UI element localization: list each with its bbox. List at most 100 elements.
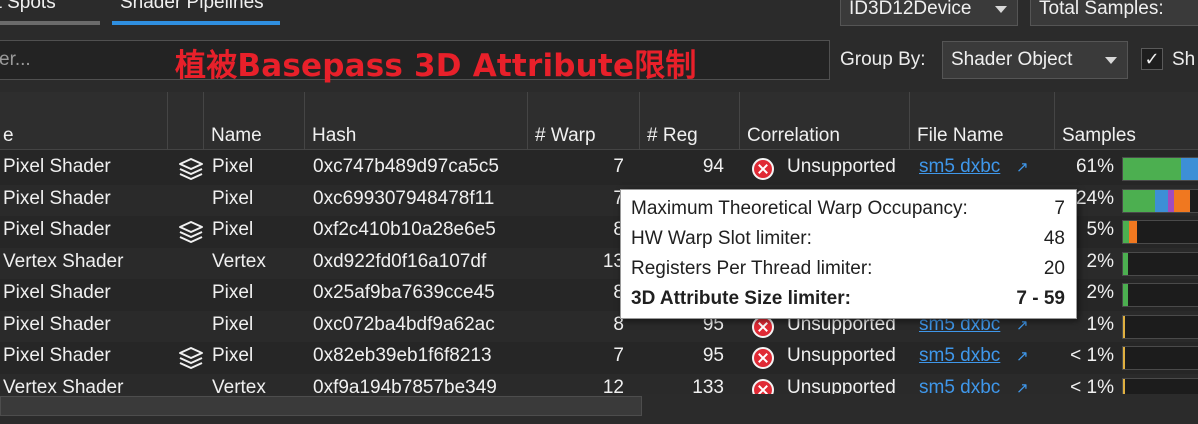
layers-icon xyxy=(178,346,204,376)
table-header: e Name Hash # Warp # Reg Correlation Fil… xyxy=(0,92,1198,150)
samples-bar xyxy=(1122,157,1198,181)
chevron-down-icon xyxy=(995,6,1007,13)
shader-hash: 0x25af9ba7639cce45 xyxy=(313,282,495,303)
external-link-icon[interactable]: ↗ xyxy=(1016,347,1029,365)
shader-hash: 0x82eb39eb1f6f8213 xyxy=(313,345,492,366)
samples-bar xyxy=(1122,377,1198,394)
horizontal-scrollbar[interactable] xyxy=(0,394,1198,424)
column-header-file-name[interactable]: File Name xyxy=(910,92,1055,150)
group-by-value: Shader Object xyxy=(951,49,1073,70)
shader-name: Pixel xyxy=(212,313,254,335)
tab-hot-spots[interactable]: ot Spots xyxy=(0,0,100,25)
table-row[interactable]: Vertex Shader Vertex 0xf9a194b7857be349 12 1… xyxy=(0,373,1198,395)
error-icon xyxy=(752,347,774,369)
samples-bar-segment xyxy=(1155,189,1168,212)
filter-toolbar: er... 植被Basepass 3D Attribute限制 Group By… xyxy=(0,36,1198,86)
shader-name: Pixel xyxy=(212,219,254,240)
tooltip-row: 3D Attribute Size limiter: 7 - 59 xyxy=(631,288,1067,316)
error-icon xyxy=(752,378,774,394)
shader-type: Pixel Shader xyxy=(3,345,111,366)
shader-hash: 0xd922fd0f16a107df xyxy=(313,250,487,272)
tooltip-label: Registers Per Thread limiter: xyxy=(631,258,873,279)
shader-name: Pixel xyxy=(212,156,254,177)
error-icon xyxy=(752,158,774,180)
check-icon: ✓ xyxy=(1144,49,1160,69)
show-checkbox[interactable]: ✓ xyxy=(1141,48,1163,70)
samples-bar-segment xyxy=(1123,252,1128,275)
warp-count: 8 xyxy=(613,313,624,335)
warp-count: 7 xyxy=(613,156,624,177)
layers-icon xyxy=(178,220,204,250)
shader-name: Pixel xyxy=(212,345,254,366)
file-link[interactable]: sm5 dxbc xyxy=(919,377,1000,395)
correlation-status: Unsupported xyxy=(787,345,896,366)
tooltip-label: 3D Attribute Size limiter: xyxy=(631,288,851,309)
tooltip-value: 20 xyxy=(1043,258,1065,279)
device-select-value: ID3D12Device xyxy=(849,0,972,19)
tooltip-value: 7 - 59 xyxy=(1016,288,1065,309)
file-link[interactable]: sm5 dxbc xyxy=(919,156,1000,178)
file-link[interactable]: sm5 dxbc xyxy=(919,345,1000,367)
warp-count: 7 xyxy=(613,187,624,209)
shader-type: Pixel Shader xyxy=(3,156,111,177)
tooltip-label: Maximum Theoretical Warp Occupancy: xyxy=(631,198,968,219)
samples-bar xyxy=(1122,251,1198,276)
external-link-icon[interactable]: ↗ xyxy=(1016,158,1029,176)
samples-bar xyxy=(1122,220,1198,244)
warp-count: 12 xyxy=(602,376,624,395)
samples-bar xyxy=(1122,346,1198,370)
shader-type: Vertex Shader xyxy=(3,250,124,272)
tab-label: Shader Pipelines xyxy=(120,0,264,13)
register-count: 95 xyxy=(702,345,724,366)
external-link-icon[interactable]: ↗ xyxy=(1016,379,1029,395)
column-header-name[interactable]: Name xyxy=(204,92,305,150)
shader-type: Vertex Shader xyxy=(3,376,124,395)
warp-count: 7 xyxy=(613,345,624,366)
samples-bar-segment xyxy=(1123,378,1125,394)
shader-type: Pixel Shader xyxy=(3,313,111,335)
column-header-hash[interactable]: Hash xyxy=(305,92,528,150)
device-select[interactable]: ID3D12Device xyxy=(840,0,1018,26)
column-header-reg[interactable]: # Reg xyxy=(640,92,740,150)
shader-type: Pixel Shader xyxy=(3,187,111,209)
warp-count: 8 xyxy=(613,219,624,240)
samples-bar xyxy=(1122,188,1198,213)
samples-bar-segment xyxy=(1123,284,1128,306)
column-header-type[interactable]: e xyxy=(0,92,168,150)
shader-hash: 0xf9a194b7857be349 xyxy=(313,376,497,395)
shader-hash: 0xc072ba4bdf9a62ac xyxy=(313,313,495,335)
tab-bar: ot Spots Shader Pipelines ID3D12Device T… xyxy=(0,0,1198,30)
samples-bar xyxy=(1122,283,1198,307)
table-row[interactable]: Pixel Shader Pixel 0x82eb39eb1f6f8213 7 95 Un… xyxy=(0,342,1198,374)
correlation-status: Unsupported xyxy=(787,156,896,177)
column-header-icon[interactable] xyxy=(168,92,204,150)
tooltip-label: HW Warp Slot limiter: xyxy=(631,228,812,249)
samples-bar-segment xyxy=(1123,189,1155,212)
samples-bar-segment xyxy=(1129,221,1137,243)
samples-percent: < 1% xyxy=(1070,345,1114,366)
samples-select[interactable]: Total Samples: xyxy=(1030,0,1198,26)
tab-shader-pipelines[interactable]: Shader Pipelines xyxy=(112,0,280,25)
shader-name: Vertex xyxy=(212,250,266,272)
chevron-down-icon xyxy=(1105,57,1117,64)
column-header-warp[interactable]: # Warp xyxy=(528,92,640,150)
shader-name: Vertex xyxy=(212,376,266,395)
warp-count: 8 xyxy=(613,282,624,303)
occupancy-tooltip: Maximum Theoretical Warp Occupancy: 7 HW W… xyxy=(620,189,1077,319)
table-row[interactable]: Pixel Shader Pixel 0xc747b489d97ca5c5 7 94 Un… xyxy=(0,153,1198,185)
correlation-status: Unsupported xyxy=(787,376,896,395)
annotation-title: 植被Basepass 3D Attribute限制 xyxy=(175,48,697,84)
show-checkbox-label: Sh xyxy=(1172,49,1196,70)
column-header-samples[interactable]: Samples xyxy=(1055,92,1198,150)
register-count: 94 xyxy=(702,156,724,177)
samples-bar-segment xyxy=(1123,347,1125,369)
scrollbar-thumb[interactable] xyxy=(0,396,642,416)
samples-bar-segment xyxy=(1181,158,1198,180)
group-by-select[interactable]: Shader Object xyxy=(942,41,1128,79)
register-count: 133 xyxy=(692,376,724,395)
group-by-label: Group By: xyxy=(840,49,926,70)
samples-bar-segment xyxy=(1123,315,1125,338)
samples-bar-segment xyxy=(1123,158,1181,180)
column-header-correlation[interactable]: Correlation xyxy=(740,92,910,150)
tooltip-row: Maximum Theoretical Warp Occupancy: 7 xyxy=(631,198,1067,226)
